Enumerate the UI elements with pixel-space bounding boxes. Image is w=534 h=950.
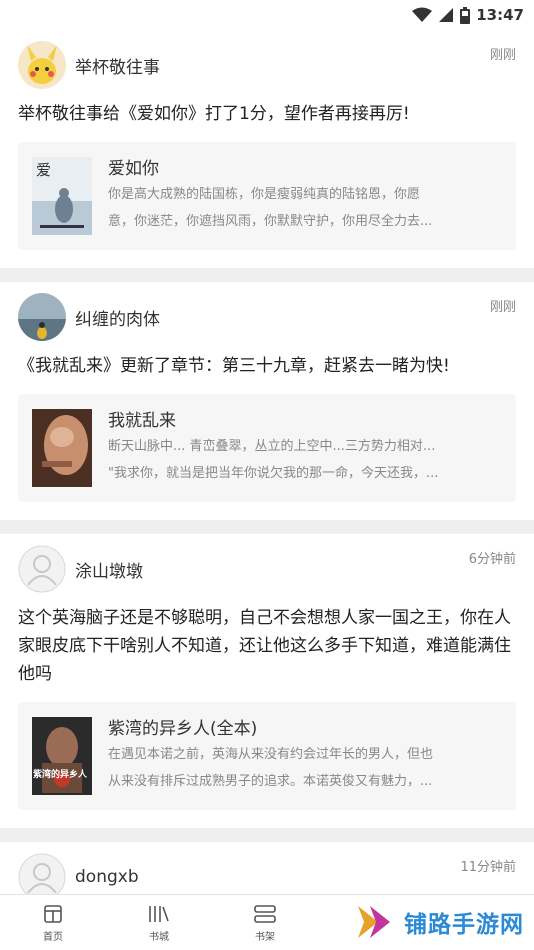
bookstore-icon bbox=[149, 905, 169, 922]
book-description: 意，你迷茫，你遮挡风雨，你默默守护，你用尽全力去... bbox=[108, 214, 433, 229]
post-text: 《我就乱来》更新了章节：第三十九章，赶紧去一睹为快! bbox=[18, 356, 450, 376]
status-bar: 13:47 bbox=[0, 0, 534, 30]
home-icon bbox=[44, 904, 62, 923]
watermark-logo-icon bbox=[358, 906, 390, 938]
feed-post: 举杯敬往事 刚刚 举杯敬往事给《爱如你》打了1分，望作者再接再厉! 爱 爱如你 … bbox=[0, 30, 534, 268]
book-description: 从来没有排斥过成熟男子的追求。本诺英俊又有魅力，... bbox=[108, 774, 433, 789]
tab-bookstore[interactable]: 书城 bbox=[106, 895, 212, 950]
avatar[interactable] bbox=[18, 853, 66, 894]
tab-label: 书城 bbox=[149, 931, 169, 943]
book-description: 你是高大成熟的陆国栋，你是瘦弱纯真的陆铭恩，你愿 bbox=[108, 187, 421, 202]
battery-icon bbox=[460, 6, 471, 24]
book-card[interactable]: 我就乱来 断天山脉中... 青峦叠翠，丛立的上空中...三方势力相对... "我… bbox=[18, 394, 516, 502]
status-time: 13:47 bbox=[476, 6, 524, 24]
post-time: 11分钟前 bbox=[460, 860, 516, 875]
book-cover-title: 紫湾的异乡人 bbox=[33, 770, 88, 780]
post-time: 刚刚 bbox=[489, 48, 516, 63]
watermark-text: 铺路手游网 bbox=[404, 912, 524, 938]
book-description: "我求你，就当是把当年你说欠我的那一命，今天还我，... bbox=[108, 466, 439, 481]
book-description: 在遇见本诺之前，英海从来没有约会过年长的男人，但也 bbox=[108, 747, 434, 762]
tab-label: 书架 bbox=[255, 931, 275, 943]
cell-signal-icon bbox=[439, 8, 454, 22]
username[interactable]: 举杯敬往事 bbox=[75, 53, 490, 78]
divider bbox=[0, 828, 534, 842]
username[interactable]: 涂山墩墩 bbox=[75, 557, 469, 582]
book-cover-title: 爱 bbox=[36, 161, 52, 179]
post-text: 这个英海脑子还是不够聪明，自己不会想想人家一国之王，你在人家眼皮底下干啥别人不知… bbox=[18, 608, 511, 684]
book-card[interactable]: 紫湾的异乡人 紫湾的异乡人(全本) 在遇见本诺之前，英海从来没有约会过年长的男人… bbox=[18, 702, 516, 810]
feed-post: 纠缠的肉体 刚刚 《我就乱来》更新了章节：第三十九章，赶紧去一睹为快! 我就乱来… bbox=[0, 282, 534, 520]
username[interactable]: 纠缠的肉体 bbox=[75, 305, 490, 330]
book-cover: 紫湾的异乡人 bbox=[32, 717, 92, 795]
book-card[interactable]: 爱 爱如你 你是高大成熟的陆国栋，你是瘦弱纯真的陆铭恩，你愿 意，你迷茫，你遮挡… bbox=[18, 142, 516, 250]
feed-post: 涂山墩墩 6分钟前 这个英海脑子还是不够聪明，自己不会想想人家一国之王，你在人家… bbox=[0, 534, 534, 828]
divider bbox=[0, 520, 534, 534]
divider bbox=[0, 268, 534, 282]
username[interactable]: dongxb bbox=[75, 867, 460, 887]
tab-bookshelf[interactable]: 书架 bbox=[212, 895, 318, 950]
book-cover bbox=[32, 409, 92, 487]
avatar[interactable] bbox=[18, 41, 66, 89]
avatar[interactable] bbox=[18, 293, 66, 341]
feed-post: dongxb 11分钟前 bbox=[0, 842, 534, 894]
avatar[interactable] bbox=[18, 545, 66, 593]
book-title: 爱如你 bbox=[108, 159, 159, 179]
bookshelf-icon bbox=[254, 904, 276, 923]
post-text: 举杯敬往事给《爱如你》打了1分，望作者再接再厉! bbox=[18, 104, 410, 124]
book-cover: 爱 bbox=[32, 157, 92, 235]
post-time: 刚刚 bbox=[489, 300, 516, 315]
tab-home[interactable]: 首页 bbox=[0, 895, 106, 950]
activity-feed[interactable]: 举杯敬往事 刚刚 举杯敬往事给《爱如你》打了1分，望作者再接再厉! 爱 爱如你 … bbox=[0, 30, 534, 894]
watermark: 铺路手游网 bbox=[354, 900, 524, 944]
wifi-icon bbox=[412, 7, 433, 22]
book-title: 我就乱来 bbox=[108, 411, 176, 431]
post-time: 6分钟前 bbox=[468, 552, 516, 567]
book-title: 紫湾的异乡人(全本) bbox=[108, 719, 258, 739]
book-description: 断天山脉中... 青峦叠翠，丛立的上空中...三方势力相对... bbox=[108, 439, 436, 454]
tab-label: 首页 bbox=[43, 931, 63, 943]
